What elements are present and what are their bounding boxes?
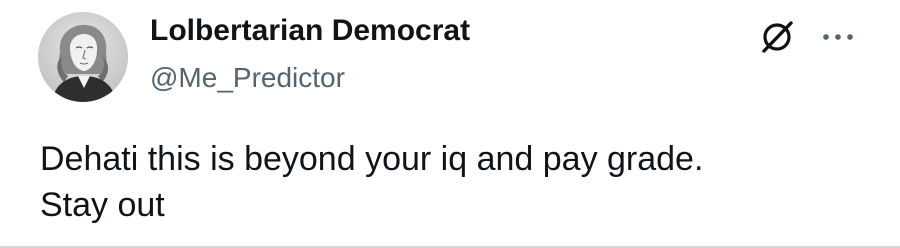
tweet-text-line: Dehati this is beyond your iq and pay gr… [40,140,704,178]
more-dots-icon[interactable] [818,20,858,54]
portrait-avatar-icon [38,12,128,102]
tweet-card: Lolbertarian Democrat @Me_Predictor Deha… [0,0,900,248]
tweet-text-line: Stay out [40,186,165,224]
avatar[interactable] [38,12,128,102]
slashed-circle-icon[interactable] [758,18,796,56]
author-display-name[interactable]: Lolbertarian Democrat [150,14,470,48]
author-handle[interactable]: @Me_Predictor [150,62,345,94]
tweet-text: Dehati this is beyond your iq and pay gr… [40,136,860,228]
